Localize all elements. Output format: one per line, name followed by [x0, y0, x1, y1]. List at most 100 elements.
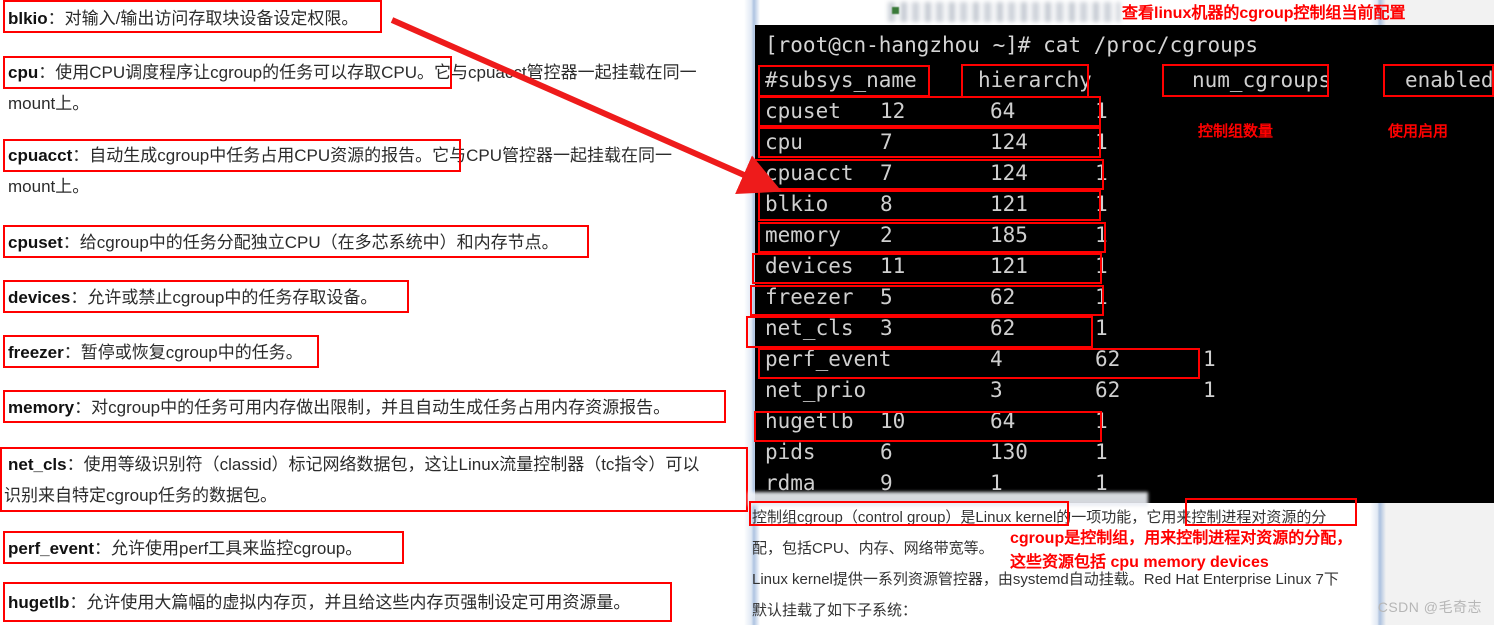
terminal-cell-enabled: 1 — [1095, 285, 1108, 309]
entry-desc: 允许或禁止cgroup中的任务存取设备。 — [87, 288, 378, 307]
entry-sep: ： — [38, 63, 56, 82]
terminal-cell-num-cgroups: 62 — [990, 285, 1016, 309]
terminal-cell-subsys: freezer — [765, 285, 854, 309]
entry-freezer: freezer：暂停或恢复cgroup中的任务。 — [8, 336, 303, 370]
terminal-cell-subsys: cpuacct — [765, 161, 854, 185]
entry-key: memory — [8, 398, 75, 417]
terminal-cell-num-cgroups: 121 — [990, 254, 1028, 278]
terminal-header-hierarchy: hierarchy — [978, 68, 1092, 92]
terminal-cell-num-cgroups: 62 — [1095, 378, 1121, 402]
terminal-cell-num-cgroups: 62 — [990, 316, 1016, 340]
terminal-cell-hierarchy: 5 — [880, 285, 893, 309]
terminal-cell-subsys: memory — [765, 223, 841, 247]
terminal-cell-subsys: cpu — [765, 130, 803, 154]
terminal-cell-subsys: pids — [765, 440, 816, 464]
entry-sep: ： — [74, 398, 92, 417]
terminal-cell-num-cgroups: 121 — [990, 192, 1028, 216]
terminal-cell-hierarchy: 12 — [880, 99, 906, 123]
terminal-cell-enabled: 1 — [1095, 316, 1108, 340]
blurred-bullet-icon — [892, 7, 899, 14]
entry-key: devices — [8, 288, 71, 307]
entry-desc: 使用CPU调度程序让cgroup的任务可以存取CPU。 — [55, 63, 434, 82]
terminal-cell-hierarchy: 11 — [880, 254, 906, 278]
entry-tail: 它与cpuacct管控器一起挂载在同一 — [434, 63, 697, 82]
entry-desc: 自动生成cgroup中任务占用CPU资源的报告。 — [89, 146, 433, 165]
terminal-cell-hierarchy: 6 — [880, 440, 893, 464]
terminal-cell-num-cgroups: 64 — [990, 409, 1016, 433]
entry-perf-event: perf_event：允许使用perf工具来监控cgroup。 — [8, 532, 362, 566]
terminal-cell-hierarchy: 7 — [880, 130, 893, 154]
terminal-cell-enabled: 1 — [1095, 99, 1108, 123]
terminal-cell-enabled: 1 — [1095, 161, 1108, 185]
terminal-cell-hierarchy: 4 — [990, 347, 1003, 371]
terminal-prompt-line: [root@cn-hangzhou ~]# cat /proc/cgroups — [765, 33, 1259, 57]
terminal-cell-num-cgroups: 124 — [990, 161, 1028, 185]
entry-sep: ： — [93, 539, 111, 558]
entry-net-cls: net_cls：使用等级识别符（classid）标记网络数据包，这让Linux流… — [8, 448, 699, 482]
entry-tail: 它与CPU管控器一起挂载在同一 — [432, 146, 673, 165]
entry-key: perf_event — [8, 539, 94, 558]
entry-cpu-cont: mount上。 — [8, 87, 89, 121]
entry-cont: 识别来自特定cgroup任务的数据包。 — [4, 486, 277, 505]
entry-key: net_cls — [8, 455, 67, 474]
annotation-summary-line2: 这些资源包括 cpu memory devices — [1010, 554, 1269, 571]
terminal-cell-enabled: 1 — [1095, 130, 1108, 154]
terminal-header-num-cgroups: num_cgroups — [1192, 68, 1332, 92]
entry-devices: devices：允许或禁止cgroup中的任务存取设备。 — [8, 281, 377, 315]
entry-desc: 暂停或恢复cgroup中的任务。 — [80, 343, 303, 362]
entry-blkio: blkio：对输入/输出访问存取块设备设定权限。 — [8, 2, 358, 36]
bottom-line1-part-c: 它用来控制进程对资源的分 — [1146, 509, 1327, 526]
terminal-cell-hierarchy: 10 — [880, 409, 906, 433]
entry-cpuacct: cpuacct：自动生成cgroup中任务占用CPU资源的报告。它与CPU管控器… — [8, 139, 672, 173]
entry-desc: 允许使用perf工具来监控cgroup。 — [110, 539, 363, 558]
entry-memory: memory：对cgroup中的任务可用内存做出限制，并且自动生成任务占用内存资… — [8, 391, 670, 425]
screenshot-root: blkio：对输入/输出访问存取块设备设定权限。 cpu：使用CPU调度程序让c… — [0, 0, 1494, 625]
terminal-cell-hierarchy: 2 — [880, 223, 893, 247]
bottom-paragraph-line2: 配，包括CPU、内存、网络带宽等。 — [752, 540, 994, 557]
terminal-cell-subsys: devices — [765, 254, 854, 278]
terminal-cell-num-cgroups: 124 — [990, 130, 1028, 154]
entry-sep: ： — [66, 455, 84, 474]
terminal-cell-enabled: 1 — [1095, 409, 1108, 433]
entry-sep: ： — [72, 146, 90, 165]
terminal-cell-enabled: 1 — [1095, 440, 1108, 464]
entry-sep: ： — [47, 9, 65, 28]
terminal-cell-num-cgroups: 130 — [990, 440, 1028, 464]
entry-cont: mount上。 — [8, 177, 90, 196]
entry-cpu: cpu：使用CPU调度程序让cgroup的任务可以存取CPU。它与cpuacct… — [8, 56, 697, 90]
terminal-cell-enabled: 1 — [1095, 254, 1108, 278]
entry-desc: 对cgroup中的任务可用内存做出限制，并且自动生成任务占用内存资源报告。 — [91, 398, 671, 417]
terminal-cell-num-cgroups: 64 — [990, 99, 1016, 123]
bottom-line1-part-a: 控制组cgroup（control group） — [752, 509, 961, 526]
terminal-cell-enabled: 1 — [1095, 223, 1108, 247]
terminal-cell-num-cgroups: 62 — [1095, 347, 1121, 371]
terminal-window[interactable]: [root@cn-hangzhou ~]# cat /proc/cgroups … — [755, 25, 1494, 503]
entry-key: freezer — [8, 343, 64, 362]
terminal-cell-subsys: blkio — [765, 192, 829, 216]
terminal-cell-subsys: cpuset — [765, 99, 841, 123]
terminal-cell-enabled: 1 — [1095, 192, 1108, 216]
entry-sep: ： — [69, 593, 87, 612]
entry-desc: 对输入/输出访问存取块设备设定权限。 — [64, 9, 359, 28]
entry-cont: mount上。 — [8, 94, 90, 113]
entry-cpuset: cpuset：给cgroup中的任务分配独立CPU（在多芯系统中）和内存节点。 — [8, 226, 559, 260]
terminal-cell-num-cgroups: 185 — [990, 223, 1028, 247]
annotation-num-cgroups: 控制组数量 — [1198, 122, 1274, 140]
entry-hugetlb: hugetlb：允许使用大篇幅的虚拟内存页，并且给这些内存页强制设定可用资源量。 — [8, 586, 630, 620]
blurred-header-strip — [888, 2, 1120, 22]
terminal-cell-hierarchy: 3 — [990, 378, 1003, 402]
terminal-cell-enabled: 1 — [1203, 378, 1216, 402]
entry-sep: ： — [63, 343, 81, 362]
terminal-cell-subsys: net_prio — [765, 378, 867, 402]
entry-key: hugetlb — [8, 593, 70, 612]
terminal-cell-hierarchy: 8 — [880, 192, 893, 216]
annotation-summary-line1: cgroup是控制组，用来控制进程对资源的分配， — [1010, 530, 1353, 547]
bottom-line1-part-b: 是Linux kernel的一项功能， — [960, 509, 1147, 526]
entry-desc: 允许使用大篇幅的虚拟内存页，并且给这些内存页强制设定可用资源量。 — [86, 593, 631, 612]
entry-key: blkio — [8, 9, 48, 28]
entry-net-cls-cont: 识别来自特定cgroup任务的数据包。 — [4, 479, 277, 513]
annotation-title: 查看linux机器的cgroup控制组当前配置 — [1122, 5, 1406, 22]
entry-sep: ： — [70, 288, 88, 307]
terminal-cell-subsys: perf_event — [765, 347, 892, 371]
entry-key: cpuset — [8, 233, 63, 252]
